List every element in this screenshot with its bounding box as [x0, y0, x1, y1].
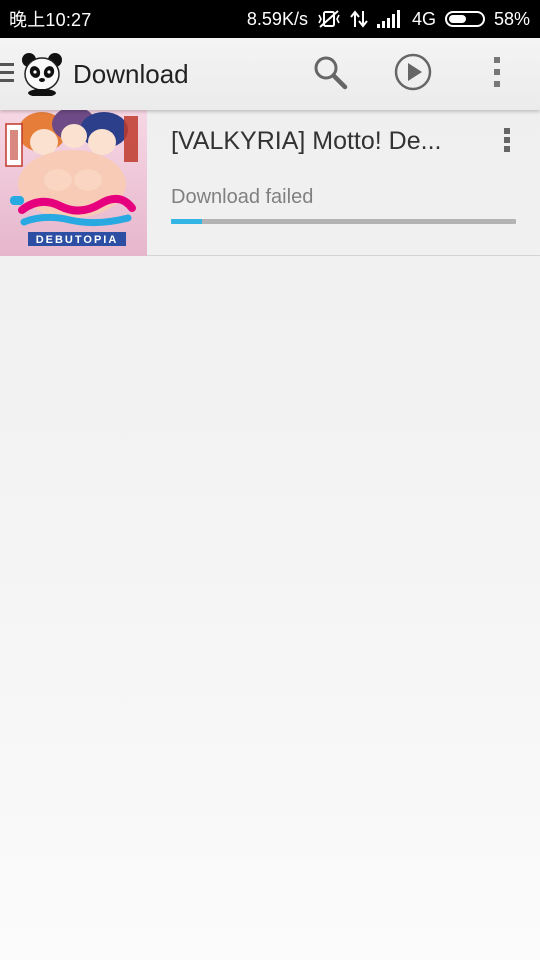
network-type: 4G: [411, 8, 436, 29]
battery-level: [448, 15, 466, 23]
download-thumbnail[interactable]: DEBUTOPIA: [0, 110, 147, 256]
download-list-item[interactable]: DEBUTOPIA [VALKYRIA] Motto! De... Downlo…: [0, 110, 540, 256]
overflow-menu-icon: [503, 126, 511, 159]
network-speed: 8.59K/s: [246, 8, 308, 29]
action-bar: Download: [0, 38, 540, 110]
battery-percent: 58%: [493, 8, 530, 29]
search-icon: [312, 54, 348, 95]
download-status: Download failed: [171, 186, 314, 208]
panda-logo-icon[interactable]: [21, 52, 63, 97]
data-transfer-icon: [350, 9, 368, 29]
start-all-button[interactable]: [389, 50, 437, 98]
signal-icon: [376, 10, 403, 28]
search-button[interactable]: [306, 50, 354, 98]
download-progress-fill: [171, 219, 203, 224]
page-title: Download: [73, 59, 189, 89]
play-circle-icon: [393, 52, 433, 97]
battery-icon: [444, 11, 485, 27]
item-overflow-button[interactable]: [492, 124, 522, 160]
status-time: 晚上10:27: [9, 10, 92, 30]
vibrate-off-icon: [317, 9, 341, 29]
overflow-menu-icon: [492, 55, 502, 94]
status-indicators: 8.59K/s 4G 58%: [247, 9, 530, 30]
drawer-icon[interactable]: [0, 60, 14, 86]
download-progress-bar: [171, 219, 516, 224]
overflow-menu-button[interactable]: [473, 50, 521, 98]
cover-logo-text: DEBUTOPIA: [36, 234, 119, 246]
download-title: [VALKYRIA] Motto! De...: [171, 127, 442, 155]
status-bar: 晚上10:27 8.59K/s 4G 58%: [0, 0, 540, 38]
